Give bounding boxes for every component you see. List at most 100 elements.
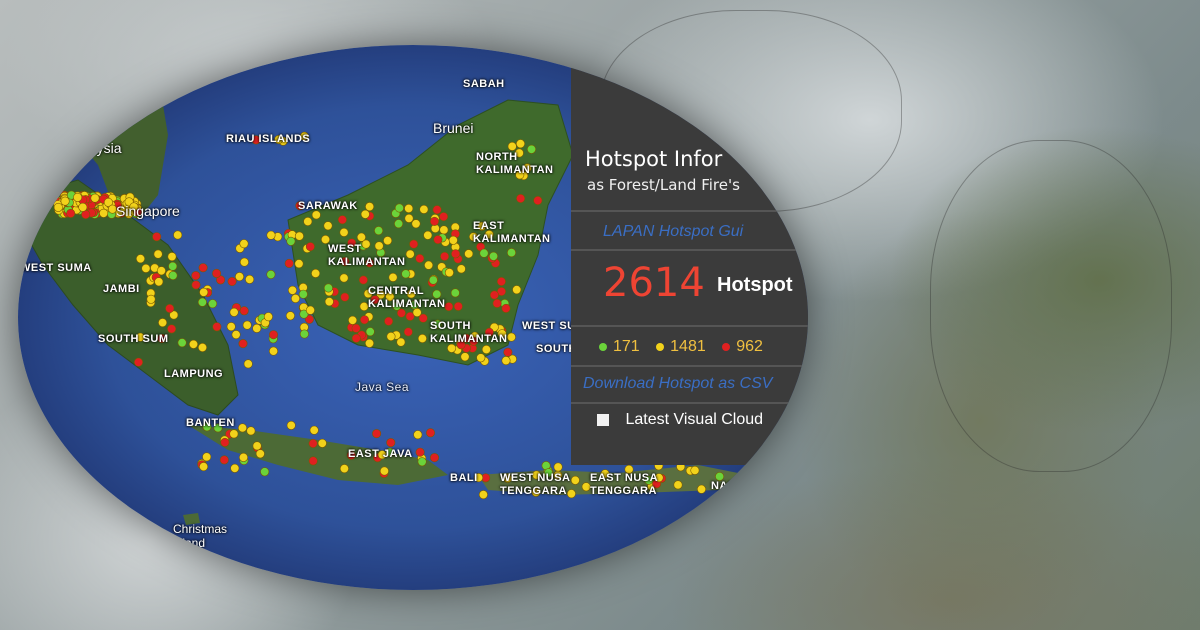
hotspot-marker[interactable] bbox=[364, 338, 374, 348]
hotspot-marker[interactable] bbox=[167, 324, 177, 334]
hotspot-marker[interactable] bbox=[230, 463, 240, 473]
hotspot-marker[interactable] bbox=[553, 462, 563, 472]
hotspot-marker[interactable] bbox=[403, 327, 413, 337]
hotspot-marker[interactable] bbox=[417, 457, 427, 467]
hotspot-marker[interactable] bbox=[456, 264, 466, 274]
hotspot-marker[interactable] bbox=[260, 467, 270, 477]
hotspot-marker[interactable] bbox=[372, 429, 382, 439]
hotspot-marker[interactable] bbox=[141, 263, 151, 273]
hotspot-marker[interactable] bbox=[73, 192, 83, 202]
hotspot-marker[interactable] bbox=[229, 429, 239, 439]
hotspot-marker[interactable] bbox=[451, 249, 461, 259]
hotspot-marker[interactable] bbox=[409, 239, 419, 249]
hotspot-marker[interactable] bbox=[238, 423, 248, 433]
hotspot-marker[interactable] bbox=[337, 215, 347, 225]
hotspot-marker[interactable] bbox=[252, 441, 262, 451]
hotspot-marker[interactable] bbox=[219, 455, 229, 465]
hotspot-marker[interactable] bbox=[168, 261, 178, 271]
hotspot-marker[interactable] bbox=[423, 230, 433, 240]
hotspot-marker[interactable] bbox=[199, 287, 209, 297]
hotspot-marker[interactable] bbox=[696, 484, 706, 494]
hotspot-marker[interactable] bbox=[287, 285, 297, 295]
hotspot-marker[interactable] bbox=[358, 275, 368, 285]
hotspot-marker[interactable] bbox=[243, 359, 253, 369]
hotspot-marker[interactable] bbox=[235, 272, 245, 282]
hotspot-marker[interactable] bbox=[388, 272, 398, 282]
visual-cloud-toggle[interactable]: Latest Visual Cloud bbox=[597, 411, 763, 429]
hotspot-marker[interactable] bbox=[60, 196, 70, 206]
cloud-checkbox[interactable] bbox=[597, 414, 609, 426]
hotspot-marker[interactable] bbox=[173, 230, 183, 240]
hotspot-marker[interactable] bbox=[417, 333, 427, 343]
hotspot-marker[interactable] bbox=[266, 230, 276, 240]
hotspot-marker[interactable] bbox=[453, 301, 463, 311]
hotspot-marker[interactable] bbox=[481, 344, 491, 354]
hotspot-marker[interactable] bbox=[439, 225, 449, 235]
hotspot-marker[interactable] bbox=[165, 303, 175, 313]
hotspot-marker[interactable] bbox=[285, 311, 295, 321]
hotspot-marker[interactable] bbox=[298, 289, 308, 299]
hotspot-marker[interactable] bbox=[690, 465, 700, 475]
hotspot-marker[interactable] bbox=[360, 209, 370, 219]
hotspot-marker[interactable] bbox=[478, 490, 488, 500]
hotspot-marker[interactable] bbox=[153, 249, 163, 259]
hotspot-marker[interactable] bbox=[231, 330, 241, 340]
hotspot-marker[interactable] bbox=[394, 219, 404, 229]
hotspot-marker[interactable] bbox=[177, 338, 187, 348]
hotspot-marker[interactable] bbox=[305, 242, 315, 252]
hotspot-marker[interactable] bbox=[197, 297, 207, 307]
hotspot-marker[interactable] bbox=[134, 357, 144, 367]
hotspot-marker[interactable] bbox=[227, 277, 237, 287]
hotspot-marker[interactable] bbox=[476, 353, 486, 363]
hotspot-marker[interactable] bbox=[309, 425, 319, 435]
hotspot-marker[interactable] bbox=[516, 194, 526, 204]
hotspot-marker[interactable] bbox=[167, 252, 177, 262]
hotspot-marker[interactable] bbox=[323, 283, 333, 293]
hotspot-marker[interactable] bbox=[450, 288, 460, 298]
hotspot-marker[interactable] bbox=[238, 339, 248, 349]
hotspot-marker[interactable] bbox=[305, 305, 315, 315]
hotspot-marker[interactable] bbox=[266, 270, 276, 280]
hotspot-marker[interactable] bbox=[324, 297, 334, 307]
hotspot-marker[interactable] bbox=[191, 271, 201, 281]
hotspot-marker[interactable] bbox=[286, 236, 296, 246]
hotspot-marker[interactable] bbox=[255, 449, 265, 459]
hotspot-marker[interactable] bbox=[226, 322, 236, 332]
hotspot-marker[interactable] bbox=[239, 239, 249, 249]
hotspot-marker[interactable] bbox=[294, 259, 304, 269]
hotspot-marker[interactable] bbox=[432, 205, 442, 215]
hotspot-marker[interactable] bbox=[379, 466, 389, 476]
hotspot-marker[interactable] bbox=[488, 251, 498, 261]
hotspot-marker[interactable] bbox=[198, 263, 208, 273]
hotspot-marker[interactable] bbox=[348, 315, 358, 325]
hotspot-marker[interactable] bbox=[284, 258, 294, 268]
hotspot-marker[interactable] bbox=[464, 249, 474, 259]
hotspot-marker[interactable] bbox=[365, 327, 375, 337]
hotspot-marker[interactable] bbox=[90, 193, 100, 203]
hotspot-marker[interactable] bbox=[424, 260, 434, 270]
hotspot-marker[interactable] bbox=[198, 342, 208, 352]
hotspot-marker[interactable] bbox=[156, 266, 166, 276]
hotspot-marker[interactable] bbox=[401, 269, 411, 279]
hotspot-marker[interactable] bbox=[411, 219, 421, 229]
hotspot-marker[interactable] bbox=[290, 294, 300, 304]
hotspot-marker[interactable] bbox=[506, 332, 516, 342]
hotspot-marker[interactable] bbox=[152, 232, 162, 242]
hotspot-marker[interactable] bbox=[245, 274, 255, 284]
hotspot-marker[interactable] bbox=[415, 447, 425, 457]
download-csv-link[interactable]: Download Hotspot as CSV bbox=[583, 375, 772, 393]
hotspot-marker[interactable] bbox=[419, 204, 429, 214]
hotspot-marker[interactable] bbox=[146, 294, 156, 304]
hotspot-marker[interactable] bbox=[440, 251, 450, 261]
hotspot-marker[interactable] bbox=[220, 437, 230, 447]
hotspot-marker[interactable] bbox=[386, 331, 396, 341]
hotspot-marker[interactable] bbox=[317, 438, 327, 448]
hotspot-marker[interactable] bbox=[303, 217, 313, 227]
hotspot-marker[interactable] bbox=[212, 322, 222, 332]
hotspot-marker[interactable] bbox=[308, 456, 318, 466]
hotspot-marker[interactable] bbox=[239, 452, 249, 462]
hotspot-marker[interactable] bbox=[374, 226, 384, 236]
hotspot-marker[interactable] bbox=[212, 268, 222, 278]
hotspot-marker[interactable] bbox=[489, 290, 499, 300]
hotspot-marker[interactable] bbox=[503, 347, 513, 357]
